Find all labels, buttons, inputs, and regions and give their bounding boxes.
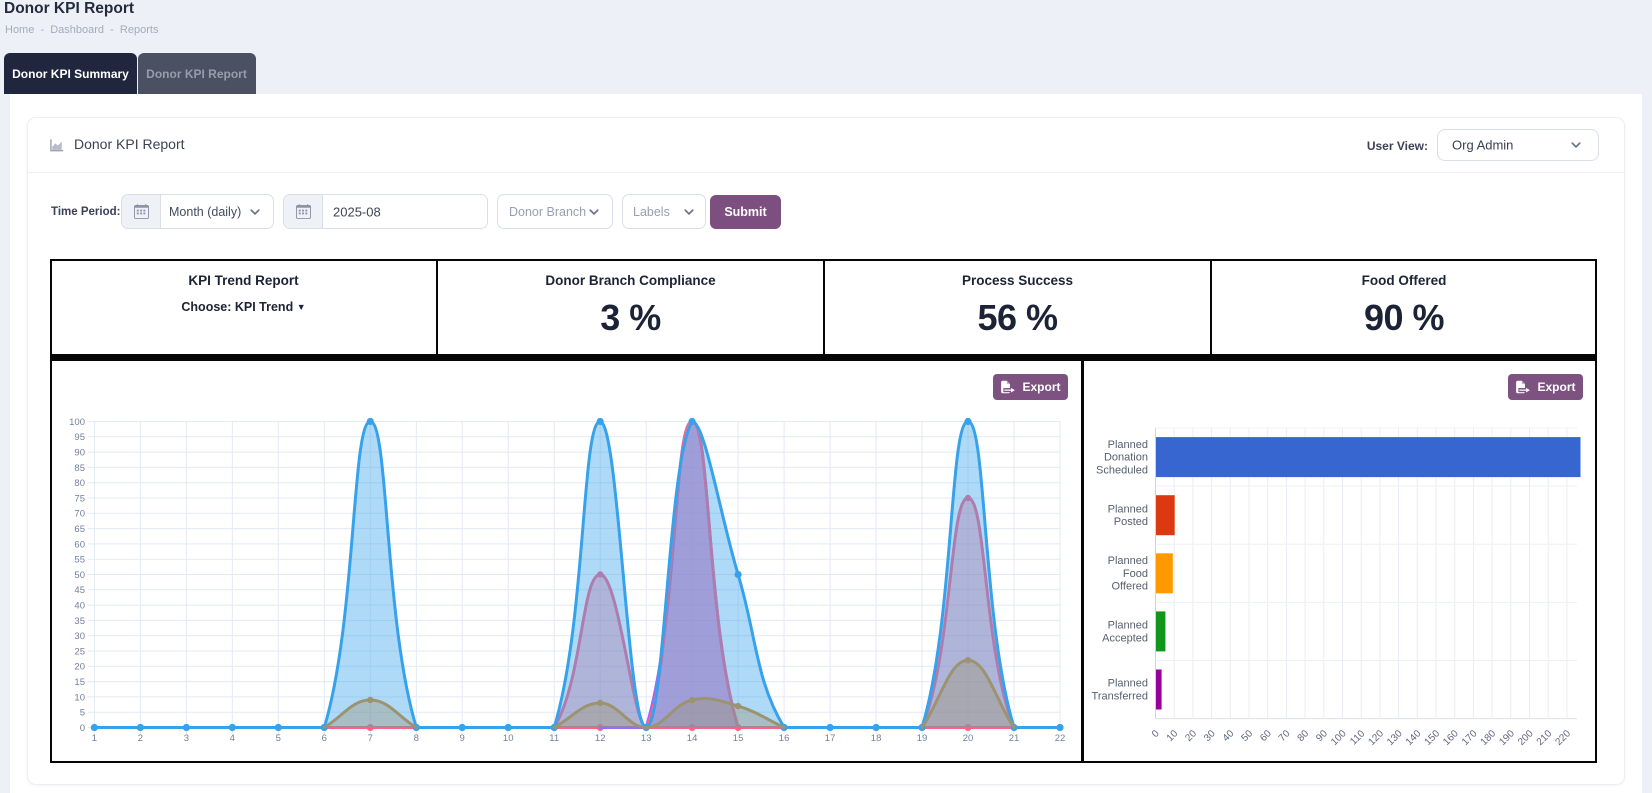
svg-text:30: 30 xyxy=(1202,728,1218,744)
svg-text:15: 15 xyxy=(733,733,744,744)
svg-text:15: 15 xyxy=(74,677,85,688)
svg-text:Scheduled: Scheduled xyxy=(1096,464,1148,476)
svg-text:40: 40 xyxy=(1221,728,1237,744)
svg-text:1: 1 xyxy=(92,733,97,744)
svg-text:Posted: Posted xyxy=(1114,516,1148,528)
svg-text:80: 80 xyxy=(74,478,85,489)
svg-text:10: 10 xyxy=(503,733,514,744)
svg-text:40: 40 xyxy=(74,601,85,612)
svg-text:25: 25 xyxy=(74,646,85,657)
svg-text:Donation: Donation xyxy=(1104,452,1148,464)
svg-text:180: 180 xyxy=(1479,728,1499,748)
svg-text:16: 16 xyxy=(779,733,790,744)
svg-text:Planned: Planned xyxy=(1108,503,1148,515)
svg-text:70: 70 xyxy=(74,509,85,520)
svg-text:210: 210 xyxy=(1535,728,1555,748)
svg-text:20: 20 xyxy=(1183,728,1199,744)
svg-text:5: 5 xyxy=(276,733,281,744)
svg-text:12: 12 xyxy=(595,733,606,744)
svg-text:2: 2 xyxy=(138,733,143,744)
svg-text:0: 0 xyxy=(80,723,85,734)
svg-text:17: 17 xyxy=(825,733,836,744)
svg-text:30: 30 xyxy=(74,631,85,642)
svg-text:10: 10 xyxy=(1165,728,1181,744)
svg-text:95: 95 xyxy=(74,432,85,443)
svg-text:150: 150 xyxy=(1423,728,1443,748)
svg-text:160: 160 xyxy=(1441,728,1461,748)
svg-text:35: 35 xyxy=(74,616,85,627)
svg-text:18: 18 xyxy=(871,733,882,744)
svg-text:0: 0 xyxy=(1150,728,1162,740)
svg-text:20: 20 xyxy=(74,662,85,673)
svg-text:3: 3 xyxy=(184,733,189,744)
svg-text:130: 130 xyxy=(1385,728,1405,748)
svg-text:55: 55 xyxy=(74,555,85,566)
svg-text:Planned: Planned xyxy=(1108,439,1148,451)
svg-text:22: 22 xyxy=(1055,733,1066,744)
svg-text:11: 11 xyxy=(549,733,559,744)
svg-text:Planned: Planned xyxy=(1108,620,1148,632)
svg-text:20: 20 xyxy=(963,733,974,744)
svg-text:45: 45 xyxy=(74,585,85,596)
svg-text:Food: Food xyxy=(1123,568,1148,580)
svg-text:5: 5 xyxy=(80,708,85,719)
svg-text:80: 80 xyxy=(1296,728,1312,744)
svg-text:19: 19 xyxy=(917,733,928,744)
svg-text:110: 110 xyxy=(1348,728,1367,747)
svg-text:Transferred: Transferred xyxy=(1092,690,1148,702)
svg-text:6: 6 xyxy=(322,733,327,744)
svg-text:90: 90 xyxy=(74,448,85,459)
svg-text:Planned: Planned xyxy=(1108,555,1148,567)
svg-text:50: 50 xyxy=(74,570,85,581)
svg-text:220: 220 xyxy=(1553,728,1573,748)
svg-text:100: 100 xyxy=(1329,728,1349,748)
svg-text:14: 14 xyxy=(687,733,698,744)
svg-text:100: 100 xyxy=(69,417,85,428)
svg-text:8: 8 xyxy=(414,733,419,744)
svg-text:75: 75 xyxy=(74,493,85,504)
svg-text:Planned: Planned xyxy=(1108,678,1148,690)
svg-text:9: 9 xyxy=(460,733,465,744)
svg-text:13: 13 xyxy=(641,733,652,744)
svg-text:65: 65 xyxy=(74,524,85,535)
svg-text:50: 50 xyxy=(1239,728,1255,744)
svg-text:200: 200 xyxy=(1516,728,1536,748)
svg-text:10: 10 xyxy=(74,692,85,703)
svg-text:21: 21 xyxy=(1009,733,1020,744)
svg-text:Offered: Offered xyxy=(1112,581,1149,593)
svg-text:140: 140 xyxy=(1404,728,1424,748)
svg-text:7: 7 xyxy=(368,733,373,744)
svg-text:60: 60 xyxy=(74,539,85,550)
svg-text:85: 85 xyxy=(74,463,85,474)
svg-text:70: 70 xyxy=(1277,728,1293,744)
svg-text:170: 170 xyxy=(1460,728,1480,748)
svg-text:190: 190 xyxy=(1497,728,1517,748)
svg-text:Accepted: Accepted xyxy=(1102,632,1148,644)
svg-text:60: 60 xyxy=(1258,728,1274,744)
svg-text:120: 120 xyxy=(1366,728,1386,748)
svg-text:4: 4 xyxy=(230,733,235,744)
svg-text:90: 90 xyxy=(1314,728,1330,744)
